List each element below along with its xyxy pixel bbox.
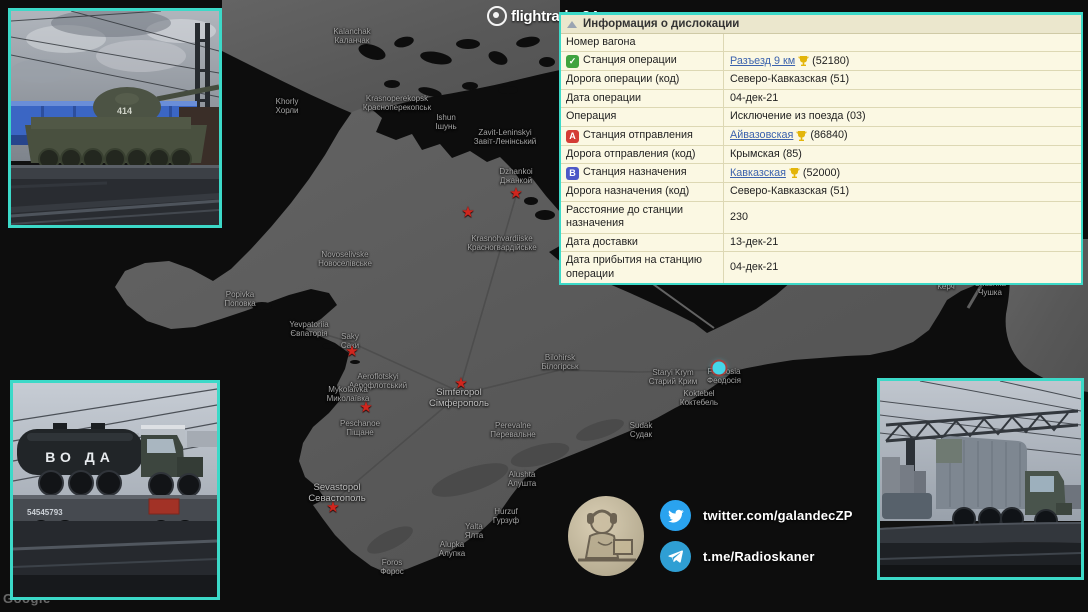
panel-row-destination-road: Дорога назначения (код) Северо-Кавказска… xyxy=(561,183,1081,201)
trophy-icon xyxy=(796,130,807,142)
operation-station-link[interactable]: Разъезд 9 км xyxy=(730,55,795,68)
wagon-number: 54545793 xyxy=(27,508,63,517)
panel-row-distance: Расстояние до станции назначения 230 xyxy=(561,202,1081,234)
departure-station-link[interactable]: Айвазовская xyxy=(730,129,793,142)
panel-row-operation-road: Дорога операции (код) Северо-Кавказская … xyxy=(561,71,1081,89)
trophy-icon xyxy=(789,167,800,179)
telegram-icon[interactable] xyxy=(660,541,691,572)
radar-icon xyxy=(487,6,507,26)
photo-tank-flatcar: 414 xyxy=(8,8,222,228)
telegram-handle[interactable]: t.me/Radioskaner xyxy=(703,549,815,564)
check-icon: ✓ xyxy=(566,55,579,68)
avatar xyxy=(568,496,644,576)
telegram-row: t.me/Radioskaner xyxy=(660,541,853,572)
destination-station-link[interactable]: Кавказская xyxy=(730,167,786,180)
trophy-icon xyxy=(798,55,809,67)
departure-a-icon: A xyxy=(566,130,579,143)
tank-text: ВО ДА xyxy=(45,449,115,465)
photo-military-trucks-flatcar xyxy=(877,378,1084,580)
panel-header[interactable]: Информация о дислокации xyxy=(561,15,1081,34)
vehicle-number: 414 xyxy=(117,106,132,116)
twitter-row: twitter.com/galandecZP xyxy=(660,500,853,531)
destination-b-icon: B xyxy=(566,167,579,180)
panel-row-operation: Операция Исключение из поезда (03) xyxy=(561,108,1081,126)
panel-row-arrival-date: Дата прибытия на станцию операции 04-дек… xyxy=(561,252,1081,283)
panel-row-operation-station: ✓ Станция операции Разъезд 9 км (52180) xyxy=(561,52,1081,71)
panel-row-wagon-number: Номер вагона xyxy=(561,34,1081,52)
panel-row-departure-road: Дорога отправления (код) Крымская (85) xyxy=(561,146,1081,164)
panel-title: Информация о дислокации xyxy=(583,18,739,30)
panel-row-departure-station: A Станция отправления Айвазовская (86840… xyxy=(561,127,1081,146)
twitter-icon[interactable] xyxy=(660,500,691,531)
photo-water-truck-flatcar: ВО ДА 54545793 xyxy=(10,380,220,600)
twitter-handle[interactable]: twitter.com/galandecZP xyxy=(703,508,853,523)
panel-row-operation-date: Дата операции 04-дек-21 xyxy=(561,90,1081,108)
info-panel: Информация о дислокации Номер вагона ✓ С… xyxy=(559,12,1083,285)
panel-row-destination-station: B Станция назначения Кавказская (52000) xyxy=(561,164,1081,183)
collapse-icon[interactable] xyxy=(567,21,577,28)
screenshot-stage: KalanchakКаланчакKhorlyХорлиKrasnopereko… xyxy=(0,0,1088,612)
social-block: twitter.com/galandecZP t.me/Radioskaner xyxy=(568,496,853,576)
panel-row-delivery-date: Дата доставки 13-дек-21 xyxy=(561,234,1081,252)
